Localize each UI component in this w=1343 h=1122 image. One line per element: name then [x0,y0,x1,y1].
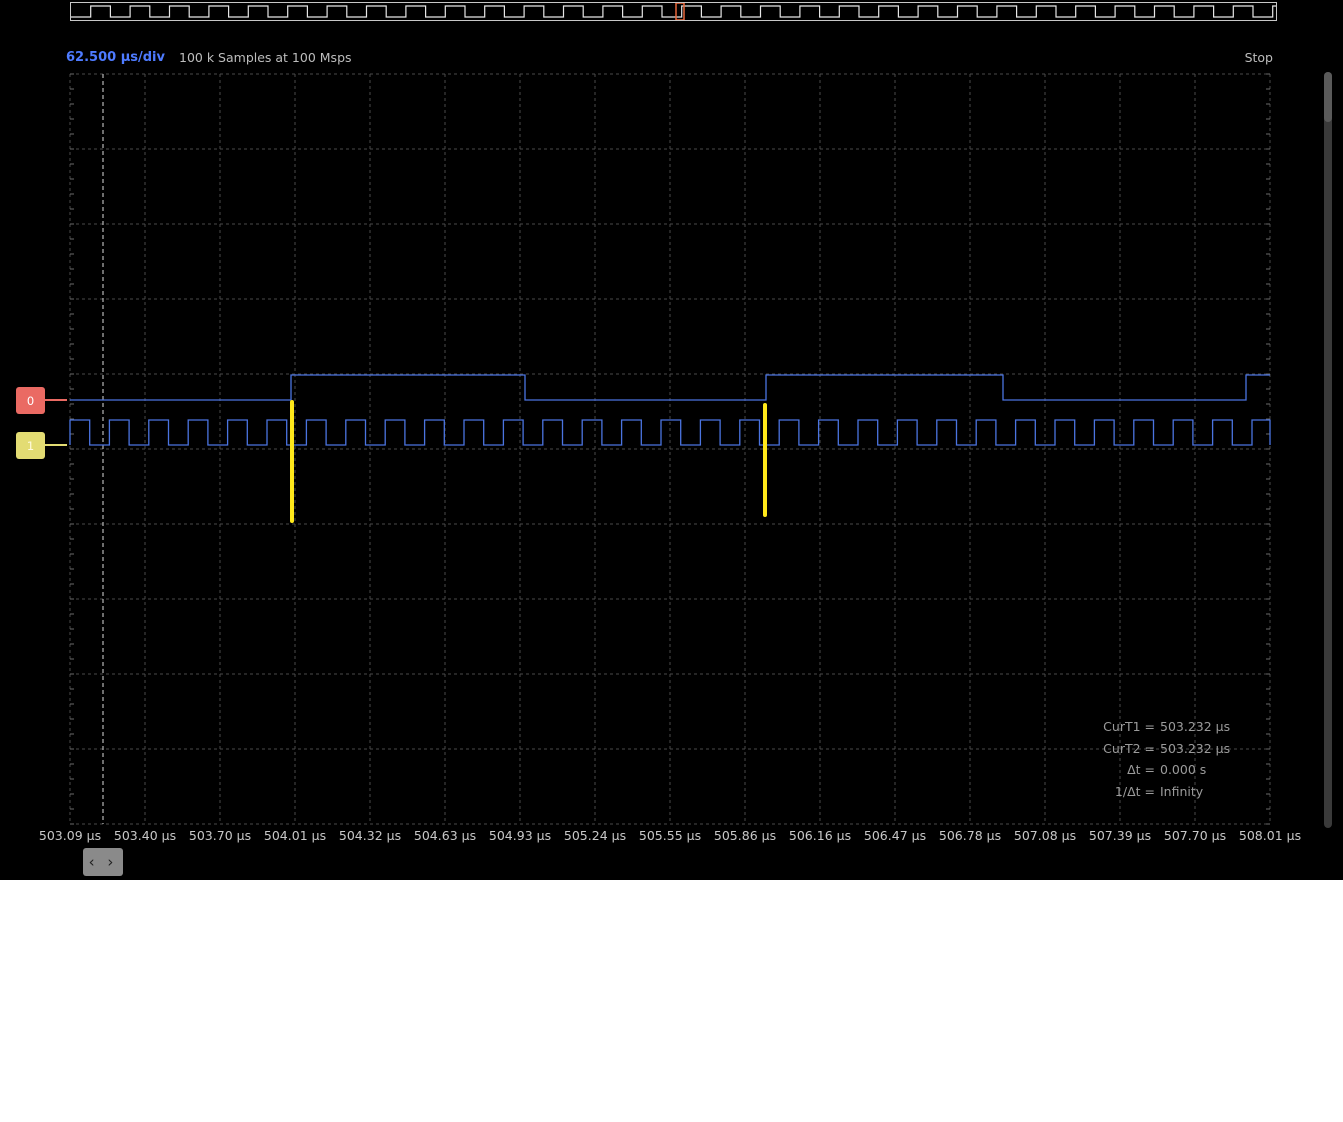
time-axis-label: 504.63 µs [413,828,477,843]
time-axis-label: 507.70 µs [1163,828,1227,843]
inverse-delta-t-value: Infinity [1160,784,1204,799]
time-axis-label: 504.32 µs [338,828,402,843]
inverse-delta-t-label: 1/Δt = [1114,784,1155,799]
delta-t-label: Δt = [1127,762,1155,777]
pan-button[interactable]: ‹ › [83,848,123,876]
time-axis-label: 506.47 µs [863,828,927,843]
time-axis-label: 505.86 µs [713,828,777,843]
channel-1-offset-line [45,444,67,446]
delta-t-value: 0.000 s [1160,762,1207,777]
time-axis-label: 508.01 µs [1238,828,1302,843]
curt2-value: 503.232 µs [1160,741,1231,756]
time-axis-label: 504.93 µs [488,828,552,843]
curt1-readout: CurT1 = 503.232 µs [1040,719,1240,734]
time-axis-label: 503.70 µs [188,828,252,843]
channel-0-marker[interactable]: 0 [16,387,45,414]
chevrons-left-right-icon: ‹ › [88,853,118,871]
scrollbar-thumb[interactable] [1324,72,1332,122]
time-axis-label: 505.55 µs [638,828,702,843]
curt1-label: CurT1 = [1103,719,1155,734]
time-axis-label: 506.16 µs [788,828,852,843]
channel-0-offset-line [45,399,67,401]
vertical-scrollbar[interactable] [1324,72,1332,828]
curt2-readout: CurT2 = 503.232 µs [1040,741,1240,756]
time-axis-label: 504.01 µs [263,828,327,843]
time-axis-label: 506.78 µs [938,828,1002,843]
delta-t-readout: Δt = 0.000 s [1040,762,1240,777]
curt2-label: CurT2 = [1103,741,1155,756]
inverse-delta-t-readout: 1/Δt = Infinity [1040,784,1240,799]
curt1-value: 503.232 µs [1160,719,1231,734]
scope-view: 62.500 µs/div 100 k Samples at 100 Msps … [0,0,1343,880]
time-axis-label: 507.39 µs [1088,828,1152,843]
time-axis-label: 507.08 µs [1013,828,1077,843]
channel-1-marker[interactable]: 1 [16,432,45,459]
time-axis-label: 503.40 µs [113,828,177,843]
time-axis-label: 505.24 µs [563,828,627,843]
time-axis-label: 503.09 µs [38,828,102,843]
